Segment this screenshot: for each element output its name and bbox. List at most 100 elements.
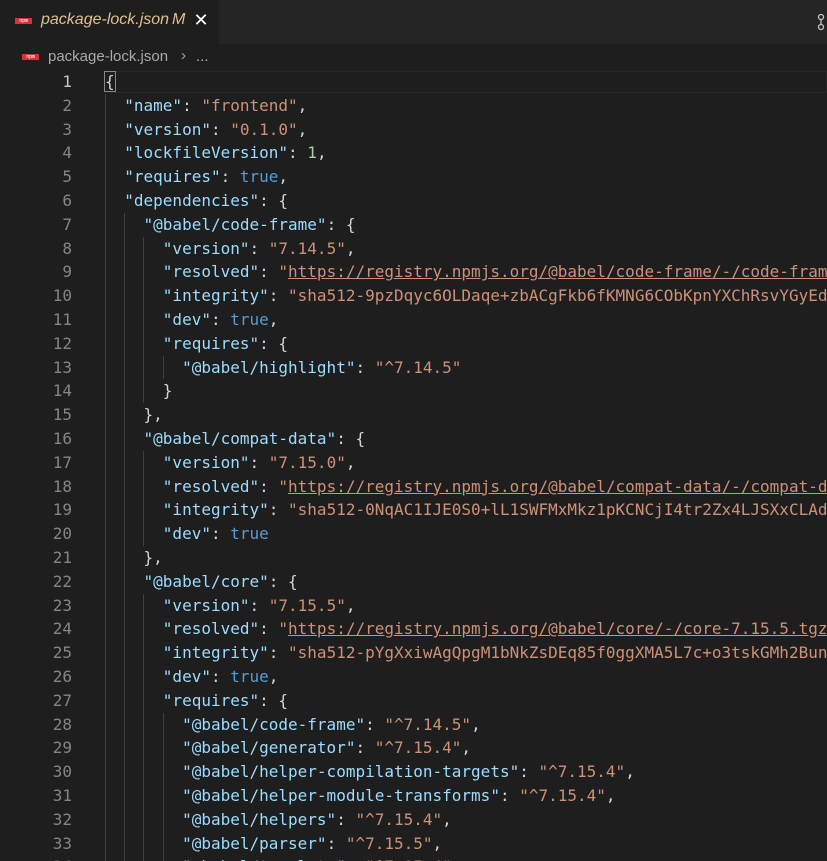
line-content: { (104, 70, 116, 94)
line-number: 11 (52, 310, 72, 329)
line-number: 26 (52, 667, 72, 686)
line-content: "requires": { (105, 332, 288, 356)
code-token: "^7.15.4" (374, 738, 462, 758)
code-token: : (249, 595, 269, 615)
code-line: 28 "@babel/code-frame": "^7.14.5", (0, 713, 827, 737)
npm-icon: npm (22, 54, 39, 60)
code-line: 17 "version": "7.15.0", (0, 451, 827, 475)
line-number: 34 (12, 855, 72, 861)
code-token: : { (259, 191, 289, 210)
line-number: 9 (62, 262, 72, 282)
code-token: : (268, 500, 289, 520)
line-content: "resolved": "https://registry.npmjs.org/… (105, 475, 827, 499)
code-token: "sha512-0NqAC1IJE0S0+lL1SWFMxMkz1pKCNCjI… (288, 500, 827, 520)
code-token: https://registry.npmjs.org/@babel/compat… (288, 476, 827, 496)
line-number: 10 (52, 286, 72, 306)
line-number: 15 (52, 405, 72, 425)
code-token: "@babel/generator" (182, 738, 356, 758)
code-line: 29 "@babel/generator": "^7.15.4", (0, 736, 827, 760)
code-line: 5 "requires": true, (0, 165, 827, 189)
line-content: "@babel/code-frame": { (105, 213, 356, 237)
npm-icon: npm (15, 18, 32, 24)
line-content: "@babel/compat-data": { (105, 427, 366, 451)
line-content: "@babel/core": { (105, 570, 298, 594)
code-line: 30 "@babel/helper-compilation-targets": … (0, 760, 827, 784)
code-token: : (210, 310, 231, 329)
line-content: "@babel/code-frame": "^7.14.5", (105, 713, 481, 737)
tab-package-lock[interactable]: npm package-lock.json M ✕ (0, 0, 219, 44)
code-token: "requires" (162, 333, 260, 353)
code-token: true (230, 524, 269, 544)
code-token: "frontend" (201, 95, 298, 115)
code-token: "version" (162, 595, 250, 615)
code-token: "requires" (124, 167, 221, 187)
code-token: https://registry.npmjs.org/@babel/core/-… (288, 619, 827, 639)
code-token: "name" (124, 95, 183, 115)
code-token: "@babel/highlight" (182, 357, 356, 377)
code-token: : (220, 167, 240, 187)
line-number: 18 (52, 476, 72, 496)
code-token: "sha512-pYgXxiwAgQpgM1bNkZsDEq85f0ggXMA5… (288, 643, 827, 663)
code-token: : (268, 643, 289, 663)
code-token: : (326, 833, 346, 853)
line-content: "lockfileVersion": 1, (105, 141, 326, 165)
breadcrumb-file[interactable]: package-lock.json (48, 48, 168, 65)
code-token: , (345, 238, 356, 258)
line-content: "version": "7.15.0", (105, 451, 356, 475)
code-token: , (442, 809, 452, 829)
code-token: : (499, 786, 520, 805)
code-line: 25 "integrity": "sha512-pYgXxiwAgQpgM1bN… (0, 641, 827, 665)
code-line: 31 "@babel/helper-module-transforms": "^… (0, 784, 827, 808)
code-line: 33 "@babel/parser": "^7.15.5", (0, 832, 827, 856)
line-number: 20 (52, 524, 72, 544)
code-line: 19 "integrity": "sha512-0NqAC1IJE0S0+lL1… (0, 498, 827, 522)
code-token: "lockfileVersion" (124, 143, 289, 163)
code-line: 7 "@babel/code-frame": { (0, 213, 827, 237)
code-token: "resolved" (162, 619, 260, 639)
breadcrumb-symbols[interactable]: ... (196, 48, 209, 65)
line-content: "dev": true, (105, 308, 279, 332)
code-token: : (210, 524, 231, 544)
code-token: "dependencies" (124, 191, 260, 210)
code-token: "7.14.5" (268, 238, 346, 258)
line-content: "dependencies": { (105, 189, 288, 213)
code-token: "7.15.0" (268, 452, 346, 472)
line-number: 32 (52, 809, 72, 829)
code-token: " (278, 262, 289, 282)
code-token: "sha512-9pzDqyc6OLDaqe+zbACgFkb6fKMNG6CO… (288, 286, 827, 306)
code-token: "7.15.5" (268, 595, 346, 615)
code-line: 15 }, (0, 403, 827, 427)
code-token: : (210, 119, 231, 139)
code-token: "version" (162, 238, 250, 258)
line-number: 14 (52, 381, 72, 401)
line-content: "@babel/helper-compilation-targets": "^7… (105, 760, 635, 784)
line-content: "version": "7.15.5", (105, 594, 356, 618)
code-token: https://registry.npmjs.org/@babel/code-f… (288, 262, 827, 282)
line-content: "resolved": "https://registry.npmjs.org/… (105, 260, 827, 284)
line-content: "name": "frontend", (105, 94, 307, 118)
code-token: "^7.15.4" (365, 857, 452, 861)
code-token: 1 (307, 143, 317, 163)
close-icon[interactable]: ✕ (192, 9, 210, 33)
code-token: "dev" (162, 524, 211, 544)
code-line: 1{ (0, 70, 827, 94)
line-content: "integrity": "sha512-pYgXxiwAgQpgM1bNkZs… (105, 641, 827, 665)
code-editor[interactable]: 1{2 "name": "frontend", 3 "version": "0.1… (0, 70, 827, 861)
source-control-icon[interactable] (815, 12, 827, 32)
breadcrumb: npm package-lock.json › ... (0, 44, 827, 70)
code-token: "resolved" (162, 476, 260, 496)
line-content: "requires": { (105, 689, 288, 713)
code-token: : (259, 476, 279, 496)
code-token: "integrity" (162, 500, 269, 520)
code-token: }, (143, 405, 163, 425)
code-token: : (249, 452, 269, 472)
code-token: "resolved" (162, 262, 260, 282)
line-content: "version": "0.1.0", (105, 118, 307, 142)
line-number: 22 (52, 571, 72, 591)
code-token: true (230, 310, 269, 329)
code-token: , (432, 833, 443, 853)
code-token: : (259, 619, 279, 639)
line-content: }, (105, 546, 163, 570)
line-content: "resolved": "https://registry.npmjs.org/… (105, 617, 827, 641)
code-token: "@babel/parser" (182, 833, 327, 853)
